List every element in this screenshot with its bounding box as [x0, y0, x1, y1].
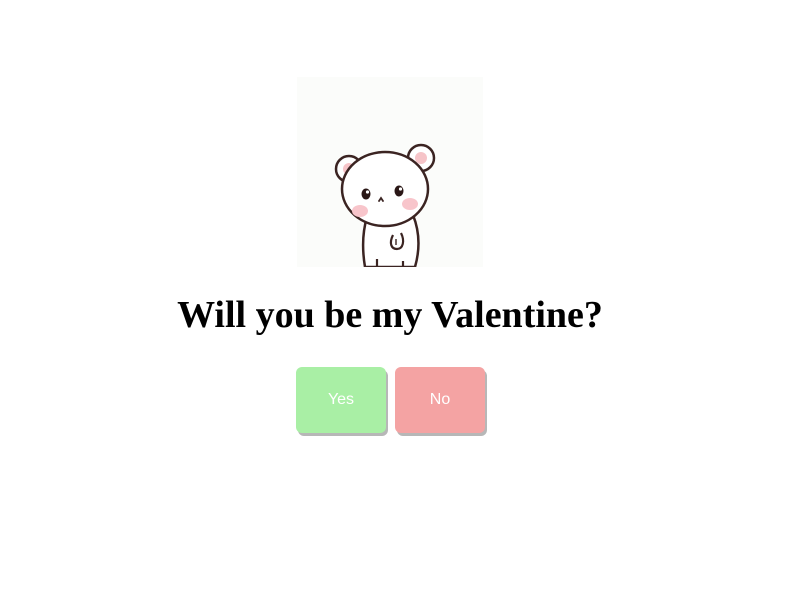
no-button[interactable]: No	[395, 367, 485, 433]
bear-image	[297, 77, 483, 267]
valentine-page: Will you be my Valentine? Yes No	[0, 0, 791, 601]
bear-icon	[334, 143, 436, 267]
yes-button[interactable]: Yes	[296, 367, 386, 433]
valentine-question: Will you be my Valentine?	[177, 294, 603, 336]
